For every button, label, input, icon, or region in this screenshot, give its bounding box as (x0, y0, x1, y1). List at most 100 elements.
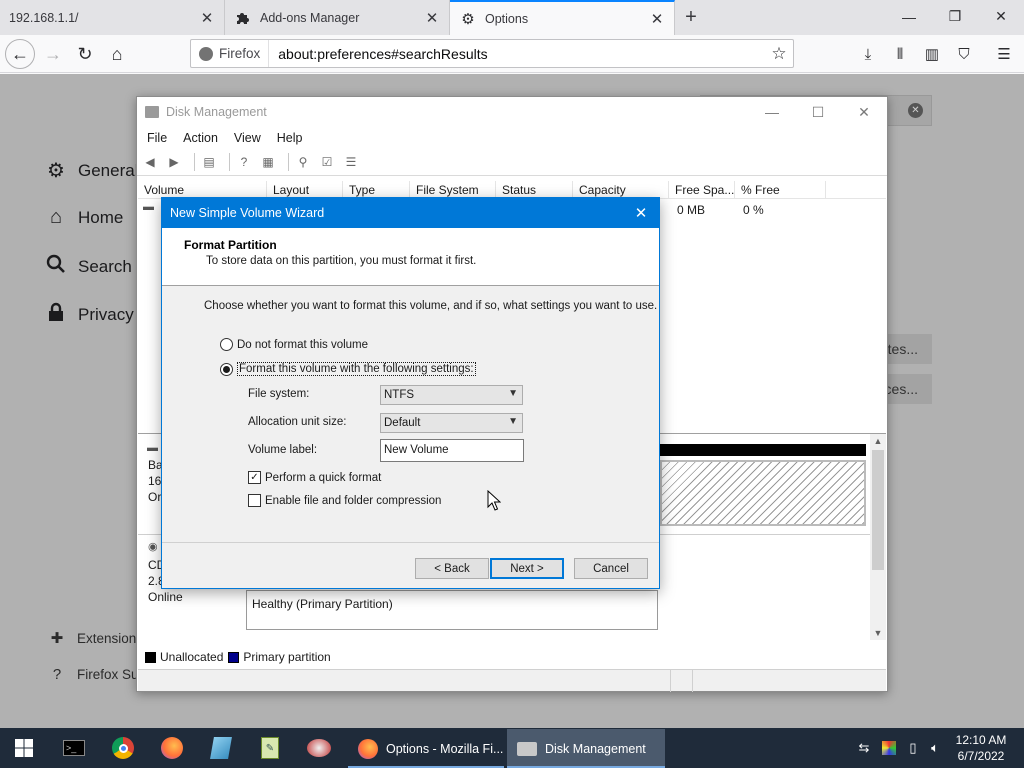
device-icon[interactable]: ▯ (902, 728, 924, 768)
notepad-icon[interactable] (198, 728, 244, 768)
close-tab-icon[interactable]: ✕ (421, 7, 443, 29)
help-icon[interactable]: ? (235, 153, 253, 171)
close-tab-icon[interactable]: ✕ (646, 8, 668, 30)
allocation-unit-value: Default (384, 417, 421, 429)
category-search[interactable]: Search (44, 254, 132, 280)
column-free-space[interactable]: Free Spa... (669, 181, 735, 199)
taskbar-app-disk-management[interactable]: Disk Management (507, 729, 665, 768)
allocation-unit-label: Allocation unit size: (248, 416, 347, 428)
radio-do-not-format[interactable]: Do not format this volume (220, 338, 368, 351)
column-pct-free[interactable]: % Free (735, 181, 826, 199)
radio-label: Do not format this volume (237, 338, 369, 351)
pref-button-label: tes... (887, 341, 918, 357)
close-window-button[interactable]: ✕ (978, 0, 1024, 33)
close-wizard-icon[interactable]: ✕ (623, 198, 659, 228)
minimize-button[interactable]: — (749, 97, 795, 127)
terminal-icon[interactable]: >_ (51, 728, 97, 768)
gear-icon: ⚙ (47, 160, 65, 182)
disk0-status: Or (148, 490, 162, 504)
new-tab-button[interactable]: + (678, 4, 704, 30)
radio-circle[interactable] (220, 338, 233, 351)
radio-format-volume[interactable]: Format this volume with the following se… (220, 362, 476, 376)
restore-button[interactable]: ❐ (932, 0, 978, 33)
tool-icon[interactable] (296, 728, 342, 768)
editor-icon[interactable]: ✎ (247, 728, 293, 768)
category-privacy[interactable]: Privacy & (44, 302, 150, 328)
home-button[interactable]: ⌂ (102, 39, 132, 69)
chrome-icon[interactable] (100, 728, 146, 768)
wizard-intro-text: Choose whether you want to format this v… (204, 300, 658, 312)
firefox-icon[interactable] (149, 728, 195, 768)
radio-circle[interactable] (220, 362, 233, 376)
menu-help[interactable]: Help (269, 131, 311, 145)
forward-arrow-icon[interactable]: ▶ (165, 153, 183, 171)
legend-unallocated: Unallocated (160, 650, 224, 664)
minimize-button[interactable]: — (886, 0, 932, 33)
partition-box[interactable]: Healthy (Primary Partition) (246, 590, 658, 630)
tab-addons[interactable]: Add-ons Manager ✕ (225, 0, 450, 35)
network-icon[interactable]: ⇆ (852, 728, 876, 768)
system-clock[interactable]: 12:10 AM 6/7/2022 (948, 732, 1014, 764)
console-tree-icon[interactable]: ▤ (200, 153, 218, 171)
quick-format-checkbox[interactable]: ✓ Perform a quick format (248, 471, 381, 484)
category-home[interactable]: ⌂ Home (44, 206, 123, 229)
volume-label-label: Volume label: (248, 444, 318, 456)
reload-button[interactable]: ↻ (70, 39, 100, 69)
tab-router[interactable]: 192.168.1.1/ ✕ (0, 0, 225, 35)
display-icon[interactable] (877, 728, 901, 768)
file-system-select[interactable]: NTFS ▼ (380, 385, 523, 405)
maximize-button[interactable]: ☐ (795, 97, 841, 127)
wizard-titlebar[interactable]: New Simple Volume Wizard (162, 198, 659, 228)
back-arrow-icon[interactable]: ◀ (141, 153, 159, 171)
close-window-button[interactable]: ✕ (841, 97, 887, 127)
support-link[interactable]: ? Firefox Su (46, 666, 139, 683)
url-text[interactable]: about:preferences#searchResults (269, 46, 765, 62)
category-general[interactable]: ⚙ General (44, 158, 138, 183)
compression-checkbox[interactable]: Enable file and folder compression (248, 494, 441, 507)
tab-options[interactable]: ⚙ Options ✕ (450, 0, 675, 35)
checkbox-label: Enable file and folder compression (265, 494, 442, 507)
scroll-up-icon[interactable]: ▲ (870, 434, 886, 448)
extensions-link[interactable]: ✚ Extension (46, 629, 137, 647)
scrollbar-thumb[interactable] (872, 450, 884, 570)
taskbar-app-firefox[interactable]: Options - Mozilla Fi... (348, 729, 504, 768)
unallocated-swatch (145, 651, 156, 663)
checkbox-box[interactable]: ✓ (248, 471, 261, 484)
menu-icon[interactable]: ☰ (993, 44, 1015, 64)
menu-file[interactable]: File (139, 131, 175, 145)
properties-icon[interactable]: ▦ (259, 153, 277, 171)
url-bar[interactable]: Firefox about:preferences#searchResults … (190, 39, 794, 68)
menu-action[interactable]: Action (175, 131, 226, 145)
library-icon[interactable]: ⫴ (889, 44, 911, 64)
back-button[interactable]: ← (5, 39, 35, 69)
connect-icon[interactable]: ⚲ (294, 153, 312, 171)
start-button[interactable] (0, 728, 48, 768)
volume-row-icon: ▬ (143, 201, 154, 213)
cdrom-status: Online (148, 590, 183, 604)
disk-management-icon (517, 741, 537, 756)
volume-icon[interactable]: 🔈︎ (924, 728, 946, 768)
forward-button[interactable]: → (38, 39, 68, 69)
sidebar-icon[interactable]: ▥ (921, 44, 943, 64)
checkbox-box[interactable] (248, 494, 261, 507)
next-button[interactable]: Next > (490, 558, 564, 579)
cancel-button[interactable]: Cancel (574, 558, 648, 579)
vertical-scrollbar[interactable]: ▲ ▼ (870, 434, 886, 640)
check-icon[interactable]: ☑ (318, 153, 336, 171)
bookmark-star-icon[interactable]: ☆ (765, 44, 793, 64)
shield-icon[interactable]: ⛉ (953, 44, 975, 64)
allocation-unit-select[interactable]: Default ▼ (380, 413, 523, 433)
status-segment (692, 670, 693, 692)
scroll-down-icon[interactable]: ▼ (870, 626, 886, 640)
unallocated-region[interactable] (660, 460, 866, 526)
volume-label-input[interactable]: New Volume (380, 439, 524, 462)
navigation-bar: ← → ↻ ⌂ Firefox about:preferences#search… (0, 35, 1024, 73)
settings-list-icon[interactable]: ☰ (342, 153, 360, 171)
menu-view[interactable]: View (226, 131, 269, 145)
toolbar-separator (229, 153, 230, 171)
close-tab-icon[interactable]: ✕ (196, 7, 218, 29)
download-icon[interactable]: ⤓ (857, 44, 879, 64)
back-button[interactable]: < Back (415, 558, 489, 579)
clear-search-icon[interactable]: ✕ (908, 103, 923, 118)
identity-box[interactable]: Firefox (191, 40, 270, 67)
